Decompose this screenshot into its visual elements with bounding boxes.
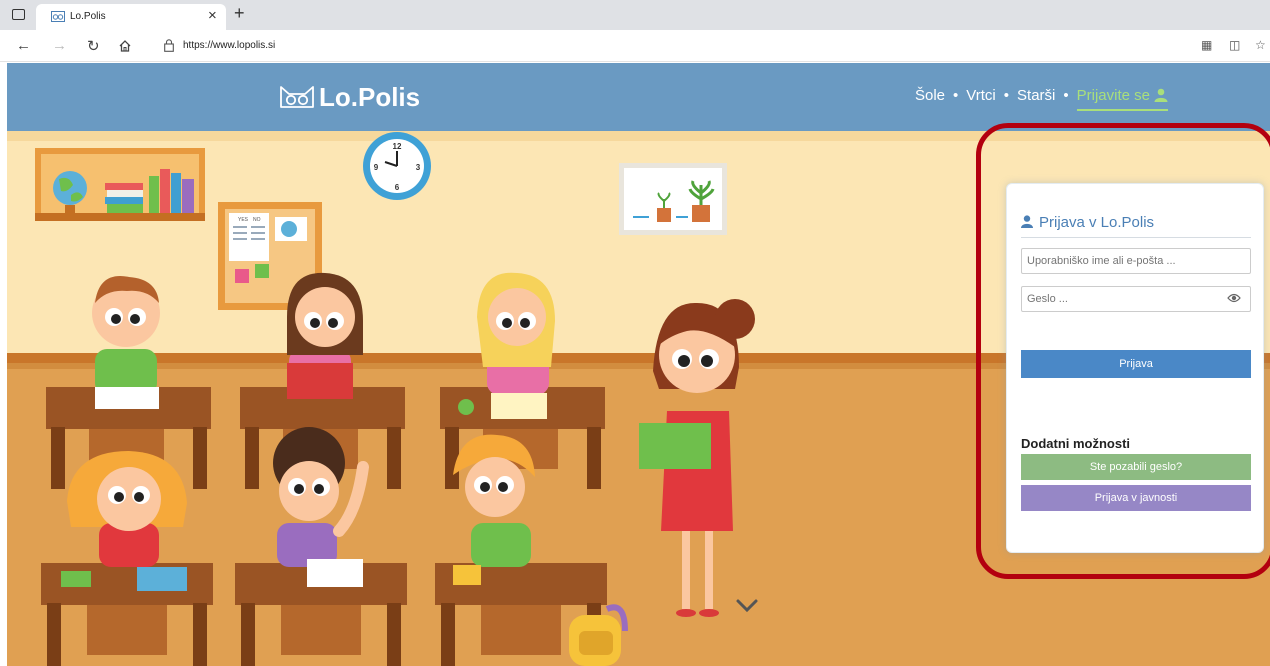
login-card-title: Prijava v Lo.Polis [1021,214,1251,238]
new-tab-icon[interactable]: + [234,3,245,24]
forgot-password-button[interactable]: Ste pozabili geslo? [1021,454,1251,480]
url-field[interactable]: https://www.lopolis.si [150,34,1190,58]
login-button[interactable]: Prijava [1021,350,1251,378]
lock-icon[interactable] [164,39,174,52]
clock-number-12: 12 [393,142,402,151]
main-nav: Šole • Vrtci • Starši • Prijavite se [915,87,1168,111]
home-icon[interactable] [118,39,132,53]
username-input[interactable] [1021,248,1251,274]
brand-name[interactable]: Lo.Polis [319,82,420,113]
favorites-icon[interactable]: ☆ [1255,38,1266,52]
lopolis-logo-icon[interactable] [279,85,315,109]
reader-icon[interactable]: ▦ [1201,38,1212,52]
forward-arrow-icon[interactable]: → [52,37,67,54]
nav-separator: • [1063,87,1069,104]
clock-number-6: 6 [395,183,400,192]
password-input[interactable] [1021,286,1251,312]
board-no: NO [253,217,261,223]
clock-number-3: 3 [416,163,421,172]
nav-link-kindergartens[interactable]: Vrtci [966,87,995,104]
clock-number-9: 9 [374,163,379,172]
address-bar: ← → ↻ https://www.lopolis.si ▦ ◫ ☆ [0,30,1270,62]
lopolis-favicon-icon [51,11,65,22]
nav-login-label: Prijavite se [1076,87,1150,104]
bookshelf [35,148,205,221]
browser-tab[interactable]: Lo.Polis × [36,4,226,30]
site-header: Lo.Polis Šole • Vrtci • Starši • Prijavite se [7,63,1270,131]
eye-icon[interactable] [1227,292,1241,304]
nav-link-schools[interactable]: Šole [915,87,945,104]
wall-clock: 12 3 6 9 [363,132,431,200]
window-menu-icon[interactable] [12,9,25,20]
nav-separator: • [953,87,959,104]
extra-options-title: Dodatni možnosti [1021,436,1131,451]
student-girl-red-book [287,272,363,399]
user-icon [1154,88,1168,102]
login-card: Prijava v Lo.Polis Prijava Dodatni možno… [1006,183,1264,553]
plant-poster [619,163,727,235]
public-login-button[interactable]: Prijava v javnosti [1021,485,1251,511]
browser-tab-strip: Lo.Polis × + [0,0,1270,30]
back-arrow-icon[interactable]: ← [16,37,31,54]
board-yes: YES [238,217,249,223]
url-text: https://www.lopolis.si [183,40,276,51]
nav-separator: • [1003,87,1010,104]
nav-link-parents[interactable]: Starši [1017,87,1055,104]
reload-icon[interactable]: ↻ [87,37,100,55]
tab-title: Lo.Polis [70,11,106,22]
user-icon [1021,215,1033,228]
collections-icon[interactable]: ◫ [1229,38,1240,52]
login-card-title-text: Prijava v Lo.Polis [1039,214,1155,231]
close-tab-icon[interactable]: × [208,7,217,24]
nav-link-login[interactable]: Prijavite se [1076,87,1168,111]
